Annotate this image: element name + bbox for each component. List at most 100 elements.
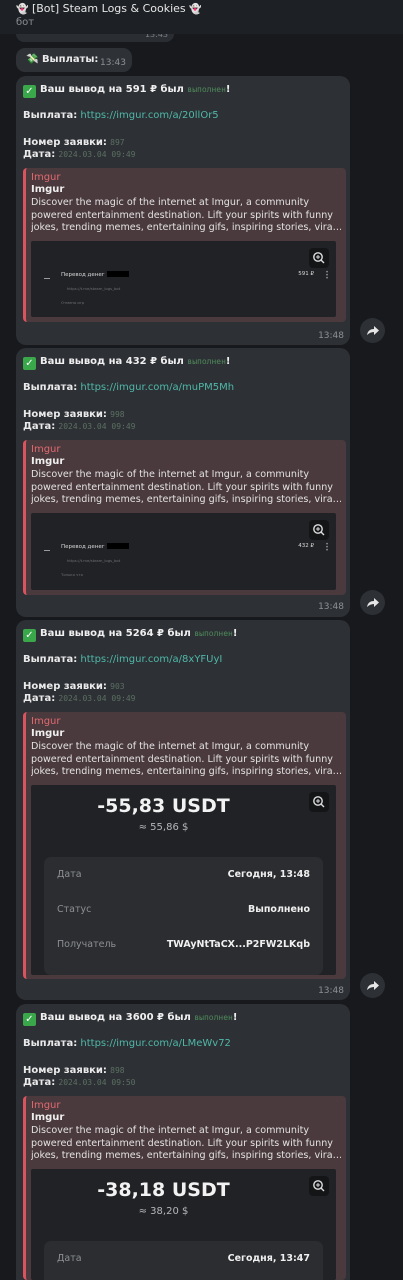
preview-title: Imgur — [31, 728, 65, 739]
more-vertical-icon: • • • — [325, 541, 329, 554]
transfer-amount: 591 ₽ — [298, 271, 314, 277]
check-mark-icon: ✓ — [23, 629, 36, 642]
preview-site-name: Imgur — [31, 172, 61, 183]
message-time: 13:48 — [318, 602, 344, 612]
ghost-icon-2: 👻 — [189, 4, 202, 15]
payout-link[interactable]: https://imgur.com/a/LMeWv72 — [80, 1038, 231, 1049]
withdrawal-message[interactable]: ✓ Ваш вывод на 432 ₽ был выполнен! Выплат… — [16, 348, 350, 617]
link-preview[interactable]: Imgur Imgur Discover the magic of the in… — [23, 1096, 346, 1280]
detail-value: Сегодня, 13:48 — [227, 869, 310, 880]
link-preview[interactable]: Imgur Imgur Discover the magic of the in… — [23, 440, 346, 595]
date-label: Дата: — [23, 149, 56, 160]
zoom-in-icon — [313, 1180, 325, 1192]
withdrawal-title: ✓ Ваш вывод на 591 ₽ был выполнен! — [23, 84, 230, 98]
date-value: 2024.03.04 09:49 — [58, 422, 136, 431]
message-time: 13:43 — [100, 58, 126, 68]
payout-label: Выплата: — [23, 654, 78, 665]
withdrawal-title: ✓ Ваш вывод на 3600 ₽ был выполнен! — [23, 1012, 237, 1026]
date-value: 2024.03.04 09:50 — [58, 1078, 136, 1087]
usdt-approx-usd: ≈ 38,20 $ — [138, 1206, 189, 1217]
zoom-in-icon — [313, 524, 325, 536]
zoom-button[interactable] — [309, 792, 329, 812]
payout-link[interactable]: https://imgur.com/a/8xYFUyI — [80, 654, 222, 665]
preview-description: Discover the magic of the internet at Im… — [31, 741, 341, 777]
check-mark-icon: ✓ — [23, 85, 36, 98]
preview-image[interactable]: -38,18 USDT ≈ 38,20 $ Дата Сегодня, 13:4… — [31, 1169, 336, 1280]
transfer-label: Перевод денег — [61, 272, 105, 278]
usdt-approx-usd: ≈ 55,86 $ — [138, 822, 189, 833]
detail-value: TWAyNtTaCX...P2FW2LKqb — [166, 939, 310, 950]
forward-arrow-icon — [367, 981, 379, 990]
order-label: Номер заявки: — [23, 1065, 107, 1076]
zoom-in-icon — [313, 796, 325, 808]
money-wings-icon: 💸 — [26, 54, 39, 65]
detail-key: Дата — [57, 869, 82, 880]
ghost-icon: 👻 — [16, 4, 29, 15]
transfer-amount: 432 ₽ — [298, 543, 314, 549]
usdt-amount: -55,83 USDT — [97, 795, 230, 817]
usdt-amount: -38,18 USDT — [97, 1179, 230, 1201]
date-value: 2024.03.04 09:49 — [58, 694, 136, 703]
zoom-button[interactable] — [309, 1176, 329, 1196]
order-number: 898 — [110, 1066, 125, 1075]
preview-image[interactable]: Перевод денег 591 ₽ https://t.me/steam_l… — [31, 241, 336, 317]
link-preview[interactable]: Imgur Imgur Discover the magic of the in… — [23, 712, 346, 979]
message-time: 13:48 — [318, 331, 344, 341]
withdrawal-message[interactable]: ✓ Ваш вывод на 3600 ₽ был выполнен! Выпла… — [16, 1004, 350, 1280]
payout-label: Выплата: — [23, 110, 78, 121]
chat-title-text: [Bot] Steam Logs & Cookies — [31, 2, 186, 15]
detail-row: Получатель TWAyNtTaCX...P2FW2LKqb — [44, 939, 323, 953]
check-mark-icon: ✓ — [23, 1013, 36, 1026]
transfer-status: Только что — [61, 572, 83, 577]
withdrawal-message[interactable]: ✓ Ваш вывод на 5264 ₽ был выполнен! Выпла… — [16, 620, 350, 1000]
preview-image[interactable]: -55,83 USDT ≈ 55,86 $ Дата Сегодня, 13:4… — [31, 785, 336, 975]
payout-link[interactable]: https://imgur.com/a/muPM5Mh — [80, 382, 234, 393]
status-word: выполнен — [187, 85, 226, 94]
detail-key: Получатель — [57, 939, 117, 950]
status-word: выполнен — [187, 357, 226, 366]
date-value: 2024.03.04 09:49 — [58, 150, 136, 159]
payout-link[interactable]: https://imgur.com/a/20llOr5 — [80, 110, 218, 121]
zoom-in-icon — [313, 252, 325, 264]
preview-site-name: Imgur — [31, 444, 61, 455]
more-vertical-icon: • • • — [325, 269, 329, 282]
date-label: Дата: — [23, 421, 56, 432]
detail-value: Выполнено — [248, 904, 310, 915]
zoom-button[interactable] — [309, 248, 329, 268]
detail-value: Сегодня, 13:47 — [227, 1253, 310, 1264]
forward-button[interactable] — [360, 590, 385, 615]
preview-description: Discover the magic of the internet at Im… — [31, 469, 341, 505]
forward-button[interactable] — [360, 318, 385, 343]
transfer-url: https://t.me/steam_logs_bot — [67, 558, 121, 563]
zoom-button[interactable] — [309, 520, 329, 540]
preview-image[interactable]: Перевод денег 432 ₽ https://t.me/steam_l… — [31, 513, 336, 590]
message-time: 13:48 — [318, 986, 344, 996]
payouts-label: 💸 Выплаты: — [26, 54, 99, 65]
detail-key: Статус — [57, 904, 92, 915]
payout-label: Выплата: — [23, 1038, 78, 1049]
check-mark-icon: ✓ — [23, 357, 36, 370]
forward-button[interactable] — [360, 973, 385, 998]
transfer-status: Отмена игр — [61, 300, 85, 305]
detail-row: Дата Сегодня, 13:48 — [44, 869, 323, 883]
detail-key: Дата — [57, 1253, 82, 1264]
transaction-details-card: Дата Сегодня, 13:47 — [44, 1241, 323, 1280]
transfer-label: Перевод денег — [61, 544, 105, 550]
order-label: Номер заявки: — [23, 409, 107, 420]
preview-site-name: Imgur — [31, 1100, 61, 1111]
forward-arrow-icon — [367, 326, 379, 335]
chat-header[interactable]: 👻 [Bot] Steam Logs & Cookies 👻 бот — [0, 0, 403, 34]
order-number: 897 — [110, 138, 125, 147]
payouts-header-bubble[interactable]: 💸 Выплаты: 13:43 — [16, 48, 132, 72]
link-preview[interactable]: Imgur Imgur Discover the magic of the in… — [23, 168, 346, 322]
withdrawal-title: ✓ Ваш вывод на 432 ₽ был выполнен! — [23, 356, 230, 370]
status-word: выполнен — [194, 1013, 233, 1022]
detail-row: Статус Выполнено — [44, 904, 323, 918]
withdrawal-title: ✓ Ваш вывод на 5264 ₽ был выполнен! — [23, 628, 237, 642]
preview-title: Imgur — [31, 456, 65, 467]
order-label: Номер заявки: — [23, 137, 107, 148]
redacted-block — [106, 543, 129, 549]
withdrawal-message[interactable]: ✓ Ваш вывод на 591 ₽ был выполнен! Выплат… — [16, 76, 350, 345]
preview-site-name: Imgur — [31, 716, 61, 727]
transfer-url: https://t.me/steam_logs_bot — [67, 286, 121, 291]
